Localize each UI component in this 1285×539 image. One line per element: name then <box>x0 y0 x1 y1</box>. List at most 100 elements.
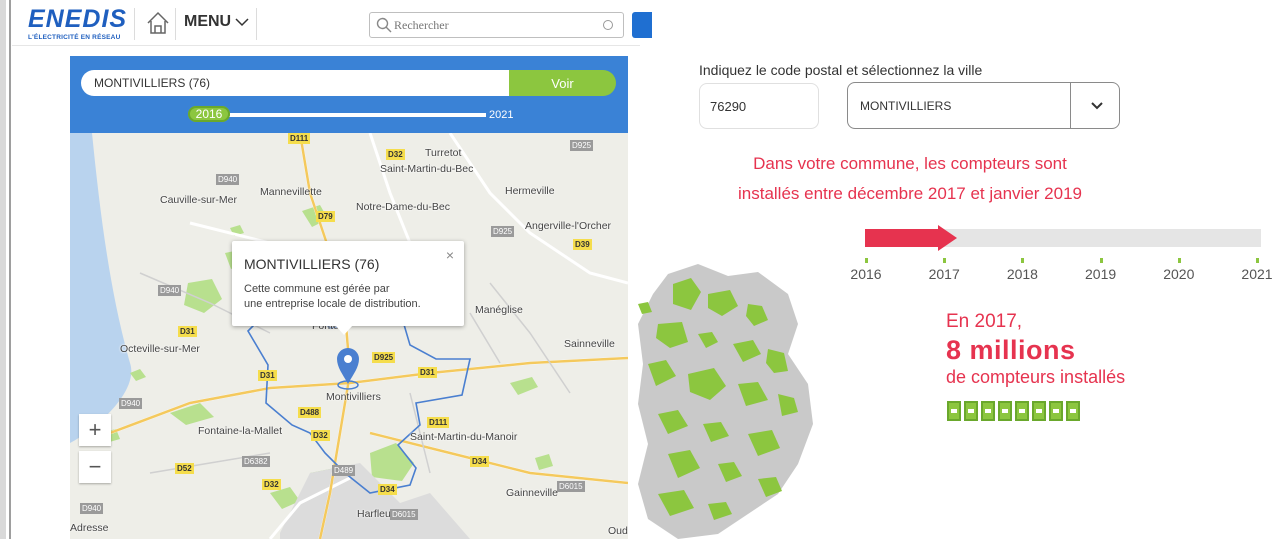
timeline-year-label: 2016 <box>850 266 882 282</box>
road-label: D31 <box>178 326 197 337</box>
timeline-year-label: 2021 <box>1241 266 1273 282</box>
meter-icon <box>964 401 978 421</box>
map-label: Saint-Martin-du-Manoir <box>410 431 518 443</box>
road-label: D925 <box>491 226 515 237</box>
timeline-year-label: 2020 <box>1163 266 1195 282</box>
headline-line: Dans votre commune, les compteurs sont <box>753 154 1067 173</box>
timeline-year-label: 2017 <box>928 266 960 282</box>
logo-wordmark: ENEDIS <box>28 5 128 33</box>
meter-icon <box>1066 401 1080 421</box>
meter-icon <box>1049 401 1063 421</box>
enedis-logo[interactable]: ENEDIS L'ÉLECTRICITÉ EN RÉSEAU <box>28 6 128 42</box>
road-label: D79 <box>316 211 335 222</box>
meter-icon <box>1032 401 1046 421</box>
timeline-year-label: 2018 <box>1006 266 1038 282</box>
headline-line: installés entre décembre 2017 et janvier… <box>738 184 1082 203</box>
road-label: D52 <box>175 463 194 474</box>
popup-title: MONTIVILLIERS (76) <box>244 256 380 272</box>
meter-icon <box>1015 401 1029 421</box>
close-icon[interactable]: × <box>446 247 454 263</box>
select-divider <box>1070 83 1071 128</box>
timeline-tick <box>1021 258 1025 263</box>
road-label: D940 <box>216 174 240 185</box>
timeline-tick <box>1099 258 1103 263</box>
city-select[interactable]: MONTIVILLIERS <box>847 82 1120 129</box>
map-label: Cauville-sur-Mer <box>160 194 238 206</box>
year-slider-end-label: 2021 <box>489 109 514 121</box>
road-label: D32 <box>311 430 330 441</box>
stat-count: 8 millions <box>946 335 1076 365</box>
map-search-bar: Voir 2016 2021 <box>70 56 628 133</box>
france-map-graphic <box>638 264 813 539</box>
timeline-progress <box>865 229 938 247</box>
map-module: Voir 2016 2021 <box>70 56 628 539</box>
map-label: Saint-Martin-du-Bec <box>380 163 474 175</box>
year-slider-handle[interactable]: 2016 <box>188 106 230 122</box>
search-icon <box>376 17 392 33</box>
timeline-tick <box>1177 258 1181 263</box>
stat-caption: de compteurs installés <box>946 367 1126 387</box>
map-label: Adresse <box>70 522 109 534</box>
header-divider <box>256 8 257 40</box>
road-label: D34 <box>470 456 489 467</box>
road-label: D32 <box>262 479 281 490</box>
road-label: D111 <box>288 133 311 144</box>
timeline-tick <box>943 258 947 263</box>
map-label: Oud <box>608 525 628 537</box>
road-label: D6015 <box>557 481 585 492</box>
postal-prompt: Indiquez le code postal et sélectionnez … <box>699 62 983 78</box>
road-label: D34 <box>378 484 397 495</box>
map-label: Manéglise <box>475 304 523 316</box>
map-canvas[interactable]: Turretot Saint-Martin-du-Bec Mannevillet… <box>70 133 628 539</box>
road-label: D31 <box>258 370 277 381</box>
commune-input[interactable] <box>81 70 519 96</box>
map-label: Sainneville <box>564 338 615 350</box>
site-header: ENEDIS L'ÉLECTRICITÉ EN RÉSEAU MENU <box>12 0 652 46</box>
location-pin <box>337 348 359 390</box>
home-button[interactable] <box>145 10 171 36</box>
location-dot-icon[interactable] <box>603 20 613 30</box>
popup-arrow <box>335 325 353 335</box>
popup-text: Cette commune est gérée par une entrepri… <box>244 282 449 312</box>
installation-timeline <box>865 225 1261 251</box>
road-label: D39 <box>573 239 592 250</box>
voir-button[interactable]: Voir <box>509 70 616 96</box>
popup-text-line: une entreprise locale de distribution. <box>244 298 421 310</box>
menu-label: MENU <box>184 13 232 30</box>
timeline-tick <box>865 258 868 263</box>
chevron-down-icon[interactable] <box>1091 100 1103 110</box>
road-label: D6382 <box>242 456 270 467</box>
meter-icons <box>947 401 1080 421</box>
city-selected-value: MONTIVILLIERS <box>860 99 952 113</box>
road-label: D32 <box>386 149 405 160</box>
road-label: D6015 <box>390 509 418 520</box>
timeline-tick <box>1256 258 1259 263</box>
map-label: Montivilliers <box>326 391 381 403</box>
window-border <box>9 0 11 539</box>
map-label: Notre-Dame-du-Bec <box>356 201 450 213</box>
search-box[interactable] <box>369 12 624 38</box>
commune-popup: MONTIVILLIERS (76) × Cette commune est g… <box>232 241 464 335</box>
chevron-down-icon <box>235 18 249 27</box>
postal-code-field[interactable] <box>699 83 819 129</box>
meter-icon <box>981 401 995 421</box>
side-tab[interactable] <box>632 12 652 38</box>
map-label: Angerville-l'Orcher <box>525 220 612 232</box>
header-divider <box>134 8 135 40</box>
meter-icon <box>947 401 961 421</box>
road-label: D925 <box>372 352 396 363</box>
road-label: D940 <box>158 285 182 296</box>
map-label: Fontaine-la-Mallet <box>198 425 283 437</box>
map-label: Mannevillette <box>260 186 322 198</box>
zoom-out-button[interactable]: − <box>79 451 111 483</box>
window-edge <box>0 0 6 539</box>
installation-headline: Dans votre commune, les compteurs sont i… <box>690 149 1130 209</box>
zoom-in-button[interactable]: + <box>79 414 111 446</box>
year-slider-track[interactable] <box>228 113 486 117</box>
search-input[interactable] <box>394 16 594 34</box>
map-label: Hermeville <box>505 185 555 197</box>
menu-button[interactable]: MENU <box>184 13 249 31</box>
map-label: Harfleur <box>357 508 395 520</box>
map-label: Gainneville <box>506 487 558 499</box>
timeline-arrow-icon <box>938 225 957 251</box>
